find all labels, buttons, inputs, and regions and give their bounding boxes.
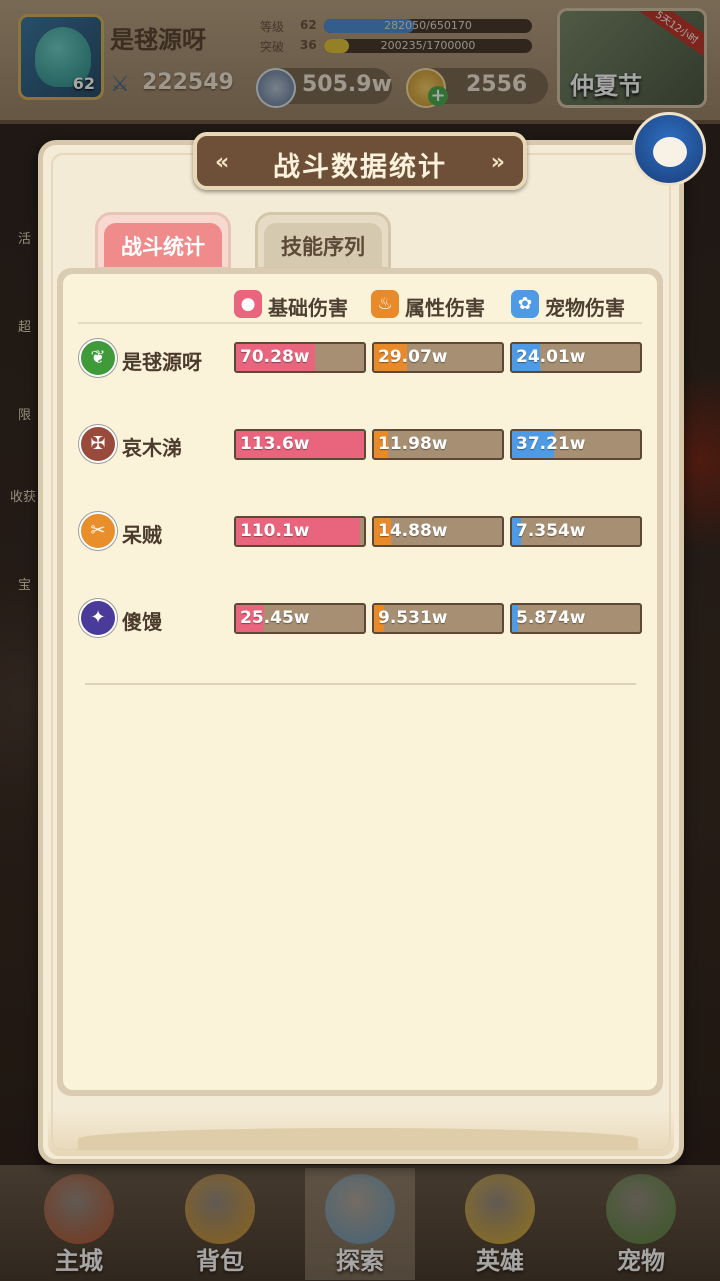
damage-bar: 14.88w — [372, 516, 504, 547]
damage-value: 37.21w — [516, 434, 586, 454]
damage-bar: 113.6w — [234, 429, 366, 460]
tab-label: 战斗统计 — [121, 235, 205, 259]
damage-value: 24.01w — [516, 347, 586, 367]
tab-skill-sequence[interactable]: 技能序列 — [255, 212, 391, 270]
person-icon: ● — [234, 290, 262, 318]
dialog-title: 战斗数据统计 — [273, 152, 447, 183]
hero-name: 哀木涕 — [122, 436, 182, 460]
damage-value: 25.45w — [240, 608, 310, 628]
hero-name: 傻馒 — [122, 610, 162, 634]
damage-bar: 24.01w — [510, 342, 642, 373]
dialog-title-banner: « 战斗数据统计 » — [193, 132, 527, 190]
column-label: 基础伤害 — [268, 296, 348, 320]
shield-icon: ✠ — [79, 425, 117, 463]
mascot-face-icon — [653, 137, 687, 167]
damage-value: 11.98w — [378, 434, 448, 454]
damage-value: 9.531w — [378, 608, 448, 628]
damage-bar: 70.28w — [234, 342, 366, 373]
panel-footer-decoration — [48, 1110, 674, 1156]
damage-bar: 25.45w — [234, 603, 366, 634]
damage-value: 29.07w — [378, 347, 448, 367]
content-divider — [85, 683, 636, 685]
header-divider — [78, 322, 642, 324]
stats-content-bg — [63, 274, 657, 1090]
damage-value: 110.1w — [240, 521, 310, 541]
rune-icon: ✦ — [79, 599, 117, 637]
column-label: 属性伤害 — [405, 296, 485, 320]
hero-name: 呆贼 — [122, 523, 162, 547]
column-label: 宠物伤害 — [545, 296, 625, 320]
damage-bar: 37.21w — [510, 429, 642, 460]
fire-icon: ♨ — [371, 290, 399, 318]
damage-value: 14.88w — [378, 521, 448, 541]
hills-silhouette — [78, 1128, 638, 1150]
leaf-icon: ❦ — [79, 339, 117, 377]
damage-value: 113.6w — [240, 434, 310, 454]
dagger-icon: ✂ — [79, 512, 117, 550]
tab-label: 技能序列 — [281, 235, 365, 259]
stats-content — [57, 268, 663, 1096]
damage-value: 5.874w — [516, 608, 586, 628]
damage-bar: 29.07w — [372, 342, 504, 373]
damage-value: 70.28w — [240, 347, 310, 367]
tab-battle-stats[interactable]: 战斗统计 — [95, 212, 231, 270]
paw-icon: ✿ — [511, 290, 539, 318]
damage-value: 7.354w — [516, 521, 586, 541]
close-button[interactable] — [632, 112, 706, 186]
damage-bar: 110.1w — [234, 516, 366, 547]
damage-bar: 11.98w — [372, 429, 504, 460]
hero-name: 是毬源呀 — [122, 350, 202, 374]
title-ornament-right-icon: » — [490, 150, 505, 175]
damage-bar: 5.874w — [510, 603, 642, 634]
damage-bar: 9.531w — [372, 603, 504, 634]
damage-bar: 7.354w — [510, 516, 642, 547]
